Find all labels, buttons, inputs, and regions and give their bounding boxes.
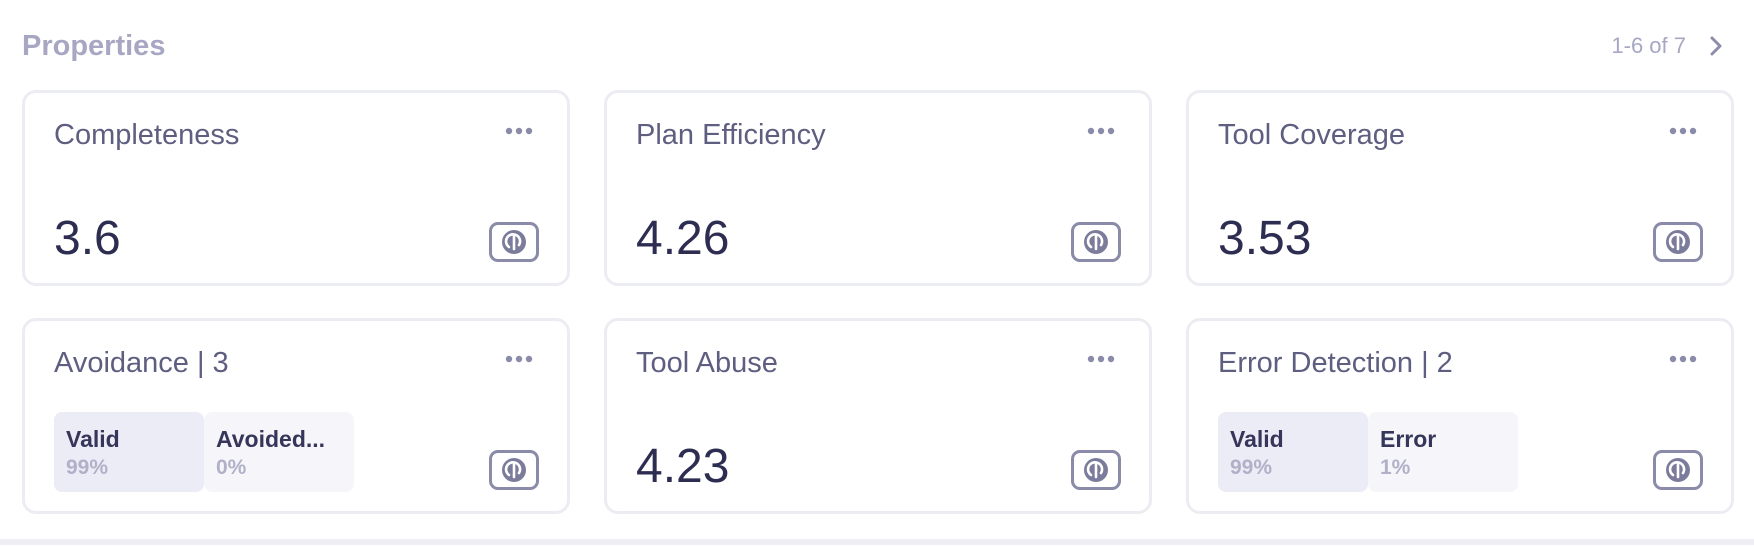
refresh-badge-icon[interactable] bbox=[1653, 450, 1703, 490]
panel-header: Properties 1-6 of 7 bbox=[22, 24, 1732, 68]
category-chip[interactable]: Valid 99% bbox=[1218, 412, 1368, 492]
category-percent: 99% bbox=[1230, 456, 1273, 479]
category-percent: 1% bbox=[1380, 456, 1411, 479]
card-title: Tool Abuse bbox=[636, 347, 778, 379]
refresh-badge-icon[interactable] bbox=[489, 450, 539, 490]
more-horizontal-icon[interactable] bbox=[1081, 119, 1121, 143]
more-horizontal-icon[interactable] bbox=[499, 119, 539, 143]
card-title: Error Detection | 2 bbox=[1218, 347, 1453, 379]
category-chip[interactable]: Error 1% bbox=[1368, 412, 1518, 492]
category-label: Valid bbox=[1230, 426, 1284, 452]
refresh-badge-icon[interactable] bbox=[1071, 222, 1121, 262]
card-title: Completeness bbox=[54, 119, 240, 151]
category-label: Avoided... bbox=[216, 426, 326, 452]
more-horizontal-icon[interactable] bbox=[499, 347, 539, 371]
more-horizontal-icon[interactable] bbox=[1663, 347, 1703, 371]
property-cards-grid: Completeness 3.6 Plan Efficiency 4.26 To… bbox=[22, 90, 1734, 514]
card-value: 3.53 bbox=[1218, 212, 1312, 265]
card-title: Avoidance | 3 bbox=[54, 347, 229, 379]
card-title: Tool Coverage bbox=[1218, 119, 1405, 151]
pager: 1-6 of 7 bbox=[1611, 30, 1732, 62]
property-card-tool-abuse[interactable]: Tool Abuse 4.23 bbox=[604, 318, 1152, 514]
property-card-completeness[interactable]: Completeness 3.6 bbox=[22, 90, 570, 286]
panel-title: Properties bbox=[22, 29, 166, 62]
category-label: Valid bbox=[66, 426, 120, 452]
property-card-error-detection[interactable]: Error Detection | 2 Valid 99% Error 1% bbox=[1186, 318, 1734, 514]
property-card-avoidance[interactable]: Avoidance | 3 Valid 99% Avoided... 0% bbox=[22, 318, 570, 514]
pager-range: 1-6 of 7 bbox=[1611, 33, 1686, 58]
card-title: Plan Efficiency bbox=[636, 119, 826, 151]
property-card-plan-efficiency[interactable]: Plan Efficiency 4.26 bbox=[604, 90, 1152, 286]
properties-panel: Properties 1-6 of 7 Completeness 3.6 Pla… bbox=[0, 0, 1754, 545]
category-breakdown: Valid 99% Avoided... 0% bbox=[54, 412, 354, 492]
card-value: 4.23 bbox=[636, 440, 730, 493]
category-chip[interactable]: Valid 99% bbox=[54, 412, 204, 492]
category-breakdown: Valid 99% Error 1% bbox=[1218, 412, 1518, 492]
category-chip[interactable]: Avoided... 0% bbox=[204, 412, 354, 492]
card-value: 3.6 bbox=[54, 212, 121, 265]
category-label: Error bbox=[1380, 426, 1437, 452]
chevron-right-icon[interactable] bbox=[1700, 30, 1732, 62]
refresh-badge-icon[interactable] bbox=[489, 222, 539, 262]
category-percent: 99% bbox=[66, 456, 109, 479]
refresh-badge-icon[interactable] bbox=[1653, 222, 1703, 262]
property-card-tool-coverage[interactable]: Tool Coverage 3.53 bbox=[1186, 90, 1734, 286]
card-value: 4.26 bbox=[636, 212, 730, 265]
more-horizontal-icon[interactable] bbox=[1081, 347, 1121, 371]
more-horizontal-icon[interactable] bbox=[1663, 119, 1703, 143]
refresh-badge-icon[interactable] bbox=[1071, 450, 1121, 490]
category-percent: 0% bbox=[216, 456, 247, 479]
